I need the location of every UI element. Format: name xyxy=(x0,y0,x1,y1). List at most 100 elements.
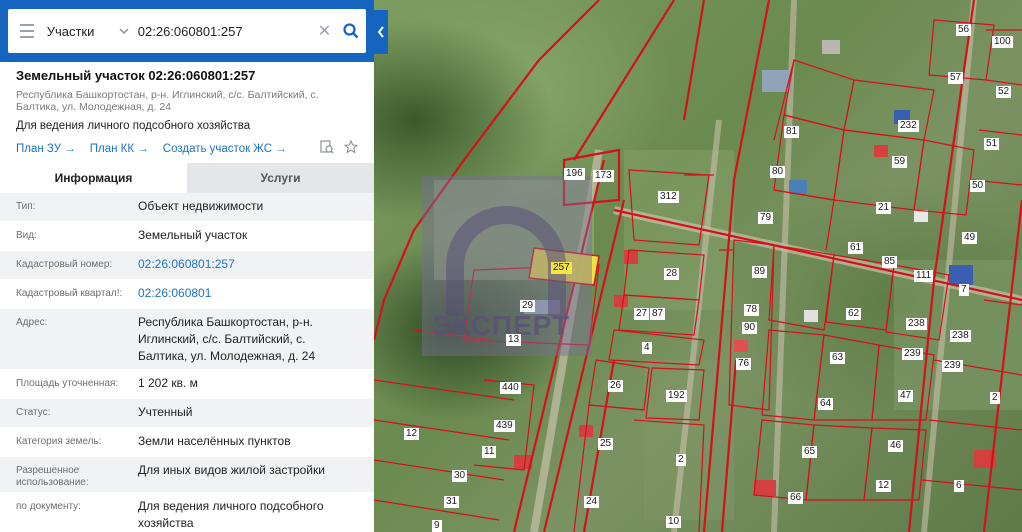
plot-label[interactable]: 10 xyxy=(666,516,682,528)
info-row: Кадастровый квартал!: 02:26:060801 xyxy=(0,280,374,309)
plot-label[interactable]: 29 xyxy=(520,300,536,312)
info-row: Статус: Учтенный xyxy=(0,399,374,428)
info-value: Учтенный xyxy=(138,405,193,419)
info-key: Кадастровый квартал!: xyxy=(16,288,123,299)
plot-label[interactable]: 12 xyxy=(876,480,892,492)
info-key: Категория земель: xyxy=(16,436,102,447)
search-bar: Участки ✕ xyxy=(0,0,374,62)
plot-label[interactable]: 66 xyxy=(788,492,804,504)
plot-label[interactable]: 30 xyxy=(452,470,468,482)
info-key: Статус: xyxy=(16,407,51,418)
panel-tabs: Информация Услуги xyxy=(0,163,374,193)
selected-plot-label[interactable]: 257 xyxy=(551,262,572,274)
plot-label[interactable]: 56 xyxy=(956,24,972,36)
create-plot-link[interactable]: Создать участок ЖС → xyxy=(163,143,287,155)
plot-label[interactable]: 312 xyxy=(658,191,679,203)
chevron-left-icon xyxy=(377,26,384,38)
plot-label[interactable]: 61 xyxy=(848,242,864,254)
plot-label[interactable]: 59 xyxy=(892,156,908,168)
plot-purpose: Для ведения личного подсобного хозяйства xyxy=(16,120,251,132)
info-key: по документу: xyxy=(16,501,81,512)
clear-icon[interactable]: ✕ xyxy=(314,9,335,53)
plan-zu-link[interactable]: План ЗУ → xyxy=(16,143,76,155)
info-value: 1 202 кв. м xyxy=(138,376,198,390)
plot-label[interactable]: 238 xyxy=(950,330,971,342)
plot-label[interactable]: 50 xyxy=(970,180,986,192)
menu-icon[interactable] xyxy=(8,9,47,53)
info-value: Земли населённых пунктов xyxy=(138,434,291,448)
plot-label[interactable]: 192 xyxy=(666,390,687,402)
search-document-icon[interactable] xyxy=(320,140,334,154)
plot-label[interactable]: 57 xyxy=(948,72,964,84)
plot-label[interactable]: 65 xyxy=(802,446,818,458)
plot-label[interactable]: 80 xyxy=(770,166,786,178)
plot-label[interactable]: 90 xyxy=(742,322,758,334)
collapse-panel-button[interactable] xyxy=(374,10,388,54)
plot-label[interactable]: 239 xyxy=(942,360,963,372)
plot-label[interactable]: 25 xyxy=(598,438,614,450)
plot-label[interactable]: 49 xyxy=(962,232,978,244)
plot-label[interactable]: 11 xyxy=(482,446,497,458)
plot-label[interactable]: 52 xyxy=(996,86,1012,98)
plot-label[interactable]: 27 xyxy=(634,308,650,320)
plot-label[interactable]: 238 xyxy=(906,318,927,330)
plot-label[interactable]: 2 xyxy=(990,392,1000,404)
search-button[interactable] xyxy=(335,9,366,53)
plot-label[interactable]: 78 xyxy=(744,304,760,316)
plot-label[interactable]: 85 xyxy=(882,256,898,268)
plot-label[interactable]: 51 xyxy=(984,138,1000,150)
plot-label[interactable]: 4 xyxy=(642,342,652,354)
plan-kk-link[interactable]: План КК → xyxy=(90,143,149,155)
plot-label[interactable]: 64 xyxy=(818,398,834,410)
plot-label[interactable]: 26 xyxy=(608,380,624,392)
plot-address: Республика Башкортостан, р-н. Иглинский,… xyxy=(16,89,319,113)
plot-label[interactable]: 440 xyxy=(500,382,521,394)
plot-label[interactable]: 46 xyxy=(888,440,904,452)
plot-label[interactable]: 100 xyxy=(992,36,1013,48)
cadastral-quarter-link[interactable]: 02:26:060801 xyxy=(138,280,358,308)
plot-label[interactable]: 24 xyxy=(584,496,600,508)
plot-label[interactable]: 6 xyxy=(954,480,964,492)
search-type-select[interactable]: Участки xyxy=(47,24,115,39)
plot-label[interactable]: 2 xyxy=(676,454,686,466)
search-input[interactable] xyxy=(133,23,314,39)
info-value: Объект недвижимости xyxy=(138,199,264,213)
plot-label[interactable]: 28 xyxy=(664,268,680,280)
plot-label[interactable]: 439 xyxy=(494,420,515,432)
plot-label[interactable]: 239 xyxy=(902,348,923,360)
plot-label[interactable]: 12 xyxy=(404,428,420,440)
info-row: Площадь уточненная: 1 202 кв. м xyxy=(0,370,374,399)
plot-label[interactable]: 21 xyxy=(876,202,892,214)
plot-label[interactable]: 47 xyxy=(898,390,914,402)
plot-label[interactable]: 13 xyxy=(506,334,522,346)
info-key: Разрешенное использование: xyxy=(16,465,89,488)
info-key: Кадастровый номер: xyxy=(16,259,113,270)
info-panel: Участки ✕ Земельный участок 02:26:060801… xyxy=(0,0,374,532)
plot-label[interactable]: 196 xyxy=(564,168,585,180)
cadastral-map[interactable]: ЭКСПЕРТ 56 100 57 52 51 81 232 59 196 17… xyxy=(374,0,1022,532)
star-icon[interactable] xyxy=(344,140,358,154)
tab-services[interactable]: Услуги xyxy=(187,163,374,193)
plot-label[interactable]: 173 xyxy=(593,170,614,182)
plot-label[interactable]: 31 xyxy=(444,496,460,508)
plot-label[interactable]: 232 xyxy=(898,120,919,132)
info-key: Тип: xyxy=(16,201,36,212)
tab-info[interactable]: Информация xyxy=(0,163,187,193)
cadastral-number-link[interactable]: 02:26:060801:257 xyxy=(138,251,358,279)
search-icon xyxy=(342,23,358,39)
plot-label[interactable]: 63 xyxy=(830,352,846,364)
plot-label[interactable]: 89 xyxy=(752,266,768,278)
chevron-down-icon[interactable] xyxy=(114,9,133,53)
info-row: Категория земель: Земли населённых пункт… xyxy=(0,428,374,457)
plot-label[interactable]: 62 xyxy=(846,308,862,320)
plot-label[interactable]: 76 xyxy=(736,358,752,370)
info-key: Вид: xyxy=(16,230,37,241)
plot-label[interactable]: 87 xyxy=(650,308,666,320)
plot-label[interactable]: 79 xyxy=(758,212,774,224)
plot-label[interactable]: 7 xyxy=(959,284,969,296)
plot-label[interactable]: 9 xyxy=(432,520,442,532)
plot-label[interactable]: 111 xyxy=(914,270,934,282)
search-box: Участки ✕ xyxy=(8,9,366,53)
info-row: Адрес: Республика Башкортостан, р-н. Игл… xyxy=(0,309,374,370)
plot-label[interactable]: 81 xyxy=(784,126,800,138)
